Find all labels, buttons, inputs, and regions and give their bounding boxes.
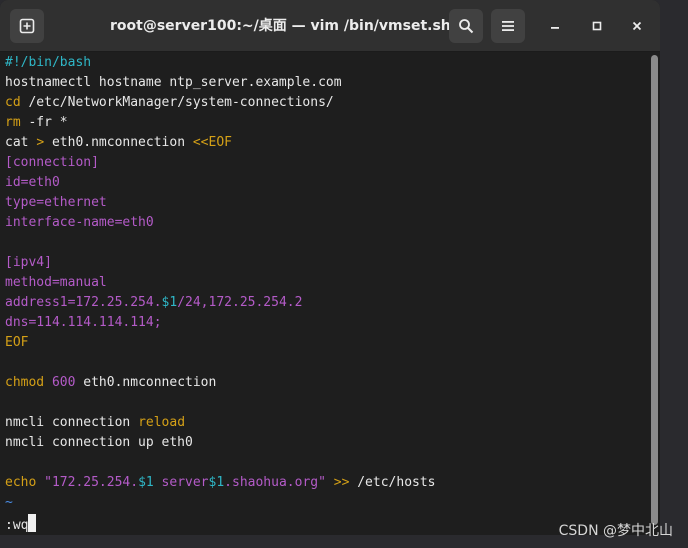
code-token: /etc/hosts bbox=[349, 475, 436, 490]
code-token: $1 bbox=[138, 475, 154, 490]
code-token: $1 bbox=[161, 295, 178, 310]
new-tab-button[interactable] bbox=[10, 9, 44, 43]
code-line: cd /etc/NetworkManager/system-connection… bbox=[5, 93, 334, 113]
close-button[interactable] bbox=[620, 9, 654, 43]
code-token: address1=172.25.254. bbox=[5, 295, 162, 310]
code-token: /etc/NetworkManager/system-connections/ bbox=[20, 95, 334, 110]
code-token: $1 bbox=[208, 475, 225, 490]
maximize-icon bbox=[592, 21, 602, 31]
code-token: server bbox=[153, 475, 209, 490]
code-line: cat > eth0.nmconnection <<EOF bbox=[5, 133, 232, 153]
code-token: chmod bbox=[5, 375, 45, 390]
vim-command-line[interactable]: :wq bbox=[5, 514, 37, 534]
code-token: EOF bbox=[5, 335, 29, 350]
minimize-button[interactable] bbox=[538, 9, 572, 43]
vim-editor-area[interactable]: #!/bin/bash hostnamectl hostname ntp_serv… bbox=[0, 53, 650, 535]
code-line: hostnamectl hostname ntp_server.example.… bbox=[5, 73, 342, 93]
code-token: [ipv4] bbox=[5, 255, 52, 270]
code-token: method=manual bbox=[5, 275, 107, 290]
code-token: dns=114.114.114.114; bbox=[5, 315, 162, 330]
code-line: [connection] bbox=[5, 153, 99, 173]
code-token: [connection] bbox=[5, 155, 99, 170]
code-line: [ipv4] bbox=[5, 253, 52, 273]
code-line: address1=172.25.254.$1/24,172.25.254.2 bbox=[5, 293, 302, 313]
close-icon bbox=[632, 21, 642, 31]
window-title: root@server100:~/桌面 — vim /bin/vmset.sh bbox=[110, 18, 451, 34]
code-token: "172.25.254. bbox=[44, 475, 139, 490]
code-token: 600 bbox=[51, 375, 76, 390]
new-tab-icon bbox=[19, 18, 35, 34]
code-token: >> bbox=[333, 475, 350, 490]
code-token: ~ bbox=[5, 495, 13, 510]
code-line: dns=114.114.114.114; bbox=[5, 313, 162, 333]
code-token: nmcli connection up eth0 bbox=[5, 435, 193, 450]
code-token: eth0.nmconnection bbox=[75, 375, 217, 390]
code-token: cat bbox=[5, 135, 37, 150]
watermark: CSDN @梦中北山 bbox=[558, 523, 673, 539]
code-token: #!/bin/bash bbox=[5, 55, 92, 70]
code-line: ~ bbox=[5, 493, 13, 513]
code-line: id=eth0 bbox=[5, 173, 60, 193]
scrollbar[interactable] bbox=[650, 53, 660, 535]
menu-button[interactable] bbox=[491, 9, 525, 43]
code-token: <<EOF bbox=[192, 135, 232, 150]
code-token: echo bbox=[5, 475, 37, 490]
command-text: :wq bbox=[5, 518, 29, 533]
search-button[interactable] bbox=[449, 9, 483, 43]
code-line: method=manual bbox=[5, 273, 107, 293]
code-token: hostnamectl hostname ntp_server.example.… bbox=[5, 75, 342, 90]
code-line: rm -fr * bbox=[5, 113, 68, 133]
code-token: eth0.nmconnection bbox=[44, 135, 193, 150]
code-line: chmod 600 eth0.nmconnection bbox=[5, 373, 216, 393]
scrollbar-thumb[interactable] bbox=[651, 55, 658, 525]
code-line: interface-name=eth0 bbox=[5, 213, 154, 233]
code-token: > bbox=[36, 135, 45, 150]
maximize-button[interactable] bbox=[580, 9, 614, 43]
code-line: echo "172.25.254.$1 server$1.shaohua.org… bbox=[5, 473, 436, 493]
code-line: #!/bin/bash bbox=[5, 53, 91, 73]
code-token: id=eth0 bbox=[5, 175, 60, 190]
code-token: /24,172.25.254.2 bbox=[177, 295, 303, 310]
code-line: EOF bbox=[5, 333, 28, 353]
code-token: interface-name=eth0 bbox=[5, 215, 154, 230]
hamburger-menu-icon bbox=[502, 21, 514, 31]
code-token: type=ethernet bbox=[5, 195, 107, 210]
text-cursor bbox=[28, 514, 37, 532]
code-token: .shaohua.org" bbox=[224, 475, 326, 490]
code-token: nmcli connection bbox=[5, 415, 139, 430]
terminal-window: root@server100:~/桌面 — vim /bin/vmset.sh bbox=[0, 0, 660, 535]
code-token: rm bbox=[5, 115, 21, 130]
code-token: cd bbox=[5, 95, 21, 110]
search-icon bbox=[459, 19, 474, 34]
code-token: reload bbox=[138, 415, 186, 430]
code-token: -fr * bbox=[20, 115, 68, 130]
code-line: nmcli connection up eth0 bbox=[5, 433, 193, 453]
minimize-icon bbox=[551, 27, 559, 29]
code-line: nmcli connection reload bbox=[5, 413, 185, 433]
code-line: type=ethernet bbox=[5, 193, 107, 213]
title-bar: root@server100:~/桌面 — vim /bin/vmset.sh bbox=[0, 0, 660, 52]
